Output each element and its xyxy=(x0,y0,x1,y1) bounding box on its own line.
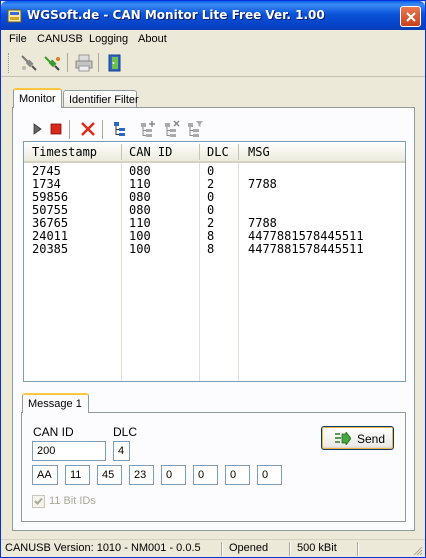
print-icon xyxy=(75,54,93,72)
stop-button[interactable] xyxy=(45,118,67,140)
disconnect-button[interactable] xyxy=(18,52,40,74)
dlc-input[interactable]: 4 xyxy=(113,441,130,461)
clear-icon xyxy=(81,122,95,136)
data-byte-4-input[interactable]: 0 xyxy=(161,465,186,485)
tree-add-button[interactable] xyxy=(137,118,159,140)
toolbar-separator xyxy=(102,120,103,139)
menu-bar: File CANUSB Logging About xyxy=(1,30,425,49)
tree-view-button[interactable] xyxy=(109,118,131,140)
main-toolbar xyxy=(1,49,425,77)
11-bit-ids-checkbox[interactable] xyxy=(32,495,45,508)
tree-add-icon xyxy=(141,121,155,137)
status-version: CANUSB Version: 1010 - NM001 - 0.0.5 xyxy=(5,542,201,554)
status-bar: CANUSB Version: 1010 - NM001 - 0.0.5 Ope… xyxy=(1,539,425,557)
toolbar-separator xyxy=(69,120,70,139)
can-id-label: CAN ID xyxy=(33,425,74,439)
column-header-timestamp[interactable]: Timestamp xyxy=(32,145,97,159)
tree-filter-icon xyxy=(188,121,203,137)
exit-button[interactable] xyxy=(104,52,126,74)
message-list[interactable]: Timestamp CAN ID DLC MSG 2745 080 0 1734 110… xyxy=(23,141,406,382)
title-bar[interactable]: WGSoft.de - CAN Monitor Lite Free Ver. 1… xyxy=(1,1,425,30)
checkmark-icon xyxy=(34,497,43,505)
tree-filter-button[interactable] xyxy=(184,118,206,140)
status-divider xyxy=(221,542,223,556)
tree-remove-button[interactable] xyxy=(161,118,183,140)
cell-timestamp: 20385 xyxy=(32,242,69,256)
clear-button[interactable] xyxy=(77,118,99,140)
tree-remove-icon xyxy=(165,120,180,137)
send-label: Send xyxy=(357,432,386,446)
close-button[interactable] xyxy=(400,6,421,27)
table-row[interactable]: 59856 080 0 xyxy=(24,191,405,204)
app-icon xyxy=(7,9,22,23)
data-byte-2-input[interactable]: 45 xyxy=(97,465,122,485)
monitor-toolbar xyxy=(24,117,405,141)
data-byte-1-input[interactable]: 11 xyxy=(65,465,90,485)
menu-file[interactable]: File xyxy=(9,33,27,45)
table-row[interactable]: 2745 080 0 xyxy=(24,165,405,178)
column-divider[interactable] xyxy=(238,144,239,160)
list-header: Timestamp CAN ID DLC MSG xyxy=(24,142,405,163)
tab-message-1[interactable]: Message 1 xyxy=(22,393,89,413)
can-id-input[interactable]: 200 xyxy=(32,441,106,461)
stop-icon xyxy=(50,123,62,135)
menu-logging[interactable]: Logging xyxy=(89,33,128,45)
table-row[interactable]: 1734 110 2 7788 xyxy=(24,178,405,191)
send-button[interactable]: Send xyxy=(321,426,394,450)
toolbar-separator xyxy=(98,53,99,72)
send-icon xyxy=(335,432,351,445)
status-divider xyxy=(357,542,359,556)
menu-canusb[interactable]: CANUSB xyxy=(37,33,83,45)
tree-icon xyxy=(114,122,125,136)
tab-monitor[interactable]: Monitor xyxy=(13,88,62,108)
data-byte-3-input[interactable]: 23 xyxy=(129,465,154,485)
exit-icon xyxy=(108,54,121,72)
connect-button[interactable] xyxy=(41,52,63,74)
column-header-dlc[interactable]: DLC xyxy=(207,145,229,159)
main-window: WGSoft.de - CAN Monitor Lite Free Ver. 1… xyxy=(0,0,426,558)
data-byte-6-input[interactable]: 0 xyxy=(225,465,250,485)
column-header-msg[interactable]: MSG xyxy=(248,145,270,159)
status-divider xyxy=(289,542,291,556)
cell-msg: 4477881578445511 xyxy=(248,242,364,256)
disconnect-icon xyxy=(21,55,37,71)
11-bit-ids-label: 11 Bit IDs xyxy=(49,495,96,507)
dlc-label: DLC xyxy=(113,425,138,439)
table-row[interactable]: 20385 100 8 4477881578445511 xyxy=(24,243,405,256)
column-divider[interactable] xyxy=(199,144,200,160)
connect-icon xyxy=(44,56,60,71)
toolbar-separator xyxy=(67,53,68,72)
cell-can-id: 100 xyxy=(129,242,151,256)
toolbar-grip[interactable] xyxy=(8,53,11,73)
table-row[interactable]: 50755 080 0 xyxy=(24,204,405,217)
close-icon xyxy=(406,12,416,22)
column-header-can-id[interactable]: CAN ID xyxy=(129,145,172,159)
data-byte-5-input[interactable]: 0 xyxy=(193,465,218,485)
data-byte-7-input[interactable]: 0 xyxy=(257,465,282,485)
window-title: WGSoft.de - CAN Monitor Lite Free Ver. 1… xyxy=(27,8,325,22)
status-bitrate: 500 kBit xyxy=(297,542,337,554)
data-byte-0-input[interactable]: AA xyxy=(32,465,58,485)
cell-dlc: 8 xyxy=(207,242,215,256)
cell-msg: 7788 xyxy=(248,177,277,191)
print-button[interactable] xyxy=(73,52,95,74)
column-divider[interactable] xyxy=(121,144,122,160)
tab-identifier-filter[interactable]: Identifier Filter xyxy=(63,90,139,107)
resize-grip-icon[interactable] xyxy=(411,544,423,556)
status-state: Opened xyxy=(229,542,269,554)
menu-about[interactable]: About xyxy=(138,33,167,45)
